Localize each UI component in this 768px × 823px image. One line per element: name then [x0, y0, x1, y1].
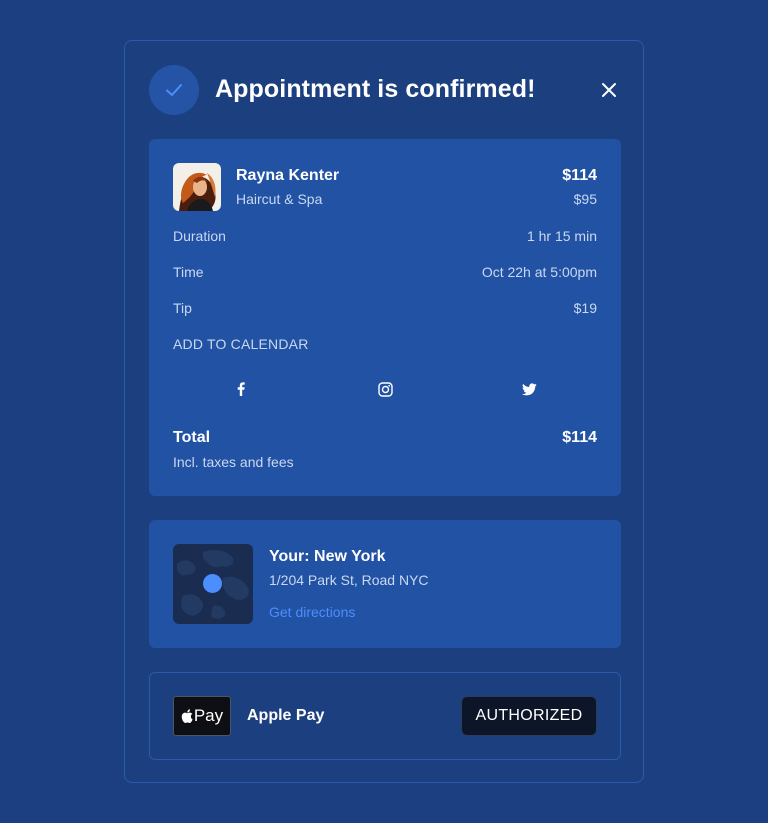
location-address: 1/204 Park St, Road NYC	[269, 572, 429, 588]
appointment-modal: Appointment is confirmed! Rayna Kenter H…	[124, 40, 644, 783]
location-title: Your: New York	[269, 548, 386, 565]
payment-card: Pay Apple Pay AUTHORIZED	[149, 672, 621, 760]
duration-value: 1 hr 15 min	[526, 228, 597, 244]
map-thumbnail[interactable]	[173, 544, 253, 624]
booking-details-card: Rayna Kenter Haircut & Spa $114 $95 Dura…	[149, 139, 621, 496]
page-title: Appointment is confirmed!	[215, 75, 536, 103]
total-label: Total	[173, 429, 211, 446]
time-label: Time	[173, 264, 204, 280]
avatar	[173, 163, 221, 211]
service-name: Haircut & Spa	[236, 191, 323, 207]
booking-price: $114	[562, 167, 597, 184]
close-icon[interactable]	[597, 78, 621, 102]
time-value: Oct 22h at 5:00pm	[481, 264, 597, 280]
apple-pay-logo: Pay	[173, 696, 231, 736]
apple-icon	[181, 709, 193, 723]
total-note: Incl. taxes and fees	[173, 454, 294, 470]
add-to-calendar-link[interactable]: ADD TO CALENDAR	[173, 336, 309, 352]
tip-label: Tip	[173, 300, 192, 316]
status-badge: AUTHORIZED	[461, 696, 597, 736]
tip-value: $19	[573, 300, 597, 316]
time-row: Time Oct 22h at 5:00pm	[173, 264, 597, 284]
duration-label: Duration	[173, 228, 226, 244]
location-card: Your: New York 1/204 Park St, Road NYC G…	[149, 520, 621, 648]
apple-pay-badge-text: Pay	[193, 706, 224, 725]
tip-row: Tip $19	[173, 300, 597, 320]
base-price: $95	[573, 191, 597, 207]
instagram-icon[interactable]	[375, 379, 395, 399]
facebook-icon[interactable]	[231, 379, 251, 399]
payment-method: Apple Pay	[247, 707, 325, 724]
stylist-name: Rayna Kenter	[236, 167, 340, 184]
check-icon	[149, 65, 199, 115]
location-pin-icon	[203, 574, 222, 593]
total-value: $114	[562, 429, 597, 446]
get-directions-link[interactable]: Get directions	[269, 604, 355, 620]
twitter-icon[interactable]	[519, 379, 539, 399]
modal-header: Appointment is confirmed!	[149, 65, 621, 115]
duration-row: Duration 1 hr 15 min	[173, 228, 597, 248]
